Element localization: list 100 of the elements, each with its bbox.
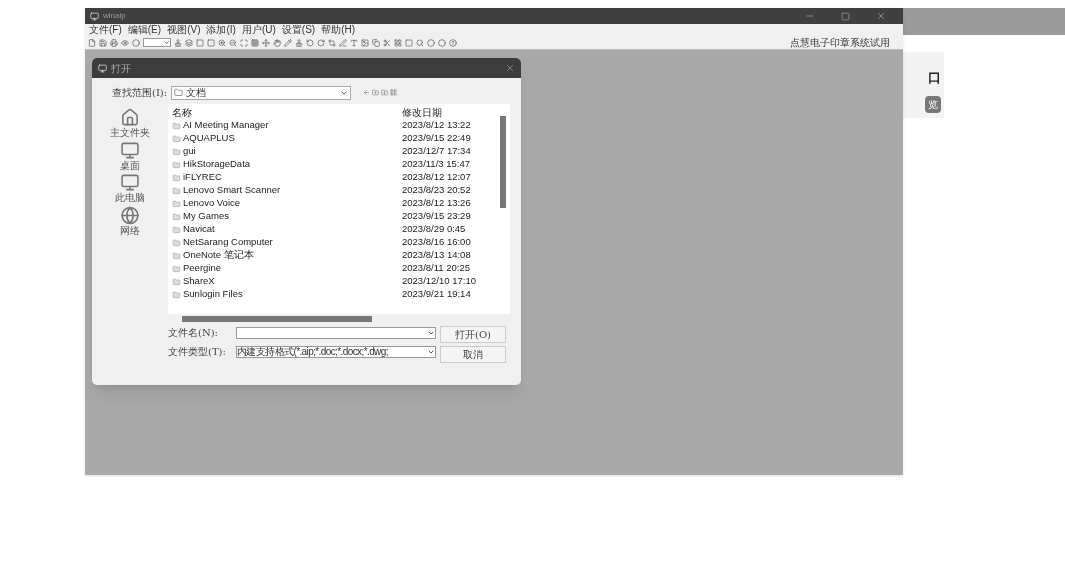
file-date: 2023/8/12 13:22 <box>402 118 471 133</box>
open-button[interactable]: 打开(O) <box>440 326 506 343</box>
square-icon[interactable] <box>405 38 413 47</box>
file-name[interactable]: OneNote 笔记本 <box>183 248 254 263</box>
up-folder-icon[interactable] <box>372 89 380 96</box>
menu-item[interactable]: 用户(U) <box>241 25 276 35</box>
folder-icon <box>172 186 181 195</box>
file-name[interactable]: Peergine <box>183 261 222 276</box>
file-name[interactable]: Lenovo Voice <box>183 196 241 211</box>
look-in-combo[interactable]: 文档 <box>171 85 352 100</box>
column-header[interactable]: 名称 <box>172 107 402 118</box>
column-header[interactable]: 修改日期 <box>402 107 442 118</box>
folder-icon <box>172 264 181 273</box>
filetype-label: 文件类型(T): <box>168 345 227 359</box>
menu-item[interactable]: 添加(I) <box>206 25 236 35</box>
file-name[interactable]: AQUAPLUS <box>183 131 235 146</box>
text-icon[interactable] <box>350 38 358 47</box>
save-icon[interactable] <box>99 38 107 47</box>
rotate-right-icon[interactable] <box>317 38 325 47</box>
eye-icon[interactable] <box>121 38 129 47</box>
copy-icon[interactable] <box>372 38 380 47</box>
image-icon[interactable] <box>361 38 369 47</box>
folder-icon <box>172 134 181 143</box>
file-date: 2023/8/16 16:00 <box>402 235 471 250</box>
menu-item[interactable]: 编辑(E) <box>127 25 162 35</box>
zoom-out-icon[interactable] <box>229 38 237 47</box>
folder-icon <box>172 238 181 247</box>
circle-icon[interactable] <box>438 38 446 47</box>
pencil-icon[interactable] <box>284 38 292 47</box>
back-icon[interactable] <box>363 89 371 96</box>
place-icon[interactable] <box>118 140 142 160</box>
square-icon[interactable] <box>196 38 204 47</box>
file-date: 2023/12/10 17:10 <box>402 274 476 289</box>
file-date: 2023/8/11 20:25 <box>402 261 470 276</box>
layers-icon[interactable] <box>185 38 193 47</box>
file-name[interactable]: AI Meeting Manager <box>183 118 269 133</box>
file-name[interactable]: HikStorageData <box>183 157 251 172</box>
caret-icon <box>163 39 170 46</box>
file-name[interactable]: Lenovo Smart Scanner <box>183 183 281 198</box>
file-date: 2023/8/12 13:26 <box>402 196 471 211</box>
hand-icon[interactable] <box>273 38 281 47</box>
filename-label: 文件名(N): <box>168 326 219 340</box>
file-name[interactable]: Navicat <box>183 222 215 237</box>
horizontal-scrollbar-thumb[interactable] <box>182 316 372 322</box>
cancel-button[interactable]: 取消 <box>440 346 506 363</box>
square-icon[interactable] <box>207 38 215 47</box>
folder-icon <box>172 277 181 286</box>
fit-icon[interactable] <box>240 38 248 47</box>
stamp-icon[interactable] <box>174 38 182 47</box>
file-name[interactable]: NetSarang Computer <box>183 235 273 250</box>
filetype-value: 内建支持格式(*.aip;*.doc;*.docx;*.dwg; <box>237 346 388 357</box>
document-icon <box>174 88 184 97</box>
file-name[interactable]: gui <box>183 144 196 159</box>
vertical-scrollbar-thumb[interactable] <box>500 116 506 208</box>
menu-item[interactable]: 文件(F) <box>89 25 122 35</box>
move-icon[interactable] <box>262 38 270 47</box>
place-icon[interactable] <box>118 205 142 225</box>
folder-icon <box>172 121 181 130</box>
circle-icon[interactable] <box>132 38 140 47</box>
filetype-combo[interactable]: 内建支持格式(*.aip;*.doc;*.docx;*.dwg; <box>236 345 436 358</box>
crop-icon[interactable] <box>328 38 336 47</box>
file-name[interactable]: Sunlogin Files <box>183 287 243 302</box>
menu-item[interactable]: 设置(S) <box>281 25 316 35</box>
folder-icon <box>172 147 181 156</box>
zoom-combo[interactable] <box>143 38 171 47</box>
close-icon[interactable] <box>505 63 515 73</box>
filename-field[interactable] <box>236 326 436 339</box>
rotate-left-icon[interactable] <box>306 38 314 47</box>
file-date: 2023/11/3 15:47 <box>402 157 470 172</box>
zoom-in-icon[interactable] <box>218 38 226 47</box>
place-icon[interactable] <box>118 173 142 192</box>
menu-item[interactable]: 视图(V) <box>167 25 201 35</box>
file-name[interactable]: ShareX <box>183 274 215 289</box>
place-label[interactable]: 主文件夹 <box>110 127 150 140</box>
circle-icon[interactable] <box>427 38 435 47</box>
file-date: 2023/9/21 19:14 <box>402 287 471 302</box>
new-folder-icon[interactable] <box>381 89 389 96</box>
place-label[interactable]: 网络 <box>120 224 140 237</box>
folder-icon <box>172 251 181 260</box>
maximize-icon[interactable] <box>841 11 850 21</box>
dialog-icon <box>98 63 107 73</box>
file-name[interactable]: iFLYREC <box>183 170 222 185</box>
printer-icon[interactable] <box>110 38 118 47</box>
scissors-icon[interactable] <box>383 38 391 47</box>
place-label[interactable]: 此电脑 <box>115 192 145 205</box>
panel-button[interactable]: 览 <box>925 95 941 113</box>
help-icon[interactable] <box>449 38 457 47</box>
menu-item[interactable]: 帮助(H) <box>321 25 356 35</box>
stamp-icon[interactable] <box>295 38 303 47</box>
file-icon[interactable] <box>88 38 96 47</box>
place-label[interactable]: 桌面 <box>120 159 140 172</box>
file-date: 2023/12/7 17:34 <box>402 144 471 159</box>
search-icon[interactable] <box>416 38 424 47</box>
file-date: 2023/9/15 23:29 <box>402 209 471 224</box>
folder-icon <box>172 225 181 234</box>
file-date: 2023/9/15 22:49 <box>402 131 471 146</box>
file-name[interactable]: My Games <box>183 209 229 224</box>
pen-icon[interactable] <box>339 38 347 47</box>
close-icon[interactable] <box>876 11 886 21</box>
window-title: winaip <box>103 10 126 22</box>
